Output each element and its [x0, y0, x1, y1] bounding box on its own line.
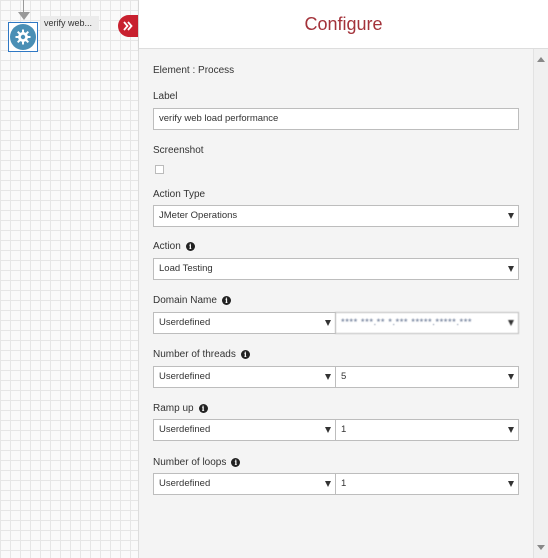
chevron-down-icon: [508, 481, 514, 487]
screenshot-checkbox[interactable]: [155, 165, 164, 174]
threads-value-select[interactable]: 5: [335, 366, 519, 388]
loops-caption-text: Number of loops: [153, 457, 227, 468]
info-icon[interactable]: i: [240, 350, 250, 359]
chevron-down-icon: [325, 481, 331, 487]
screenshot-caption: Screenshot: [153, 145, 204, 156]
panel-header: Configure: [139, 0, 548, 49]
ramp-up-value-select[interactable]: 1: [335, 419, 519, 441]
chevron-down-icon: [508, 374, 514, 380]
loops-mode-value: Userdefined: [159, 478, 211, 489]
info-icon[interactable]: i: [198, 404, 208, 413]
double-chevron-right-icon: [123, 21, 133, 31]
ramp-up-caption-text: Ramp up: [153, 403, 194, 414]
domain-name-value: **** ***.** *.*** *****.*****.***: [341, 317, 473, 328]
panel-title: Configure: [304, 13, 383, 34]
info-icon[interactable]: i: [185, 242, 195, 251]
action-caption-text: Action: [153, 241, 181, 252]
label-caption: Label: [153, 91, 177, 102]
ramp-up-mode-value: Userdefined: [159, 424, 211, 435]
collapse-panel-button[interactable]: [118, 15, 138, 37]
action-type-caption-text: Action Type: [153, 189, 206, 200]
node-label[interactable]: verify web...: [41, 16, 99, 30]
domain-name-caption: Domain Name i: [153, 295, 231, 306]
domain-name-mode-select[interactable]: Userdefined: [153, 312, 336, 334]
threads-mode-select[interactable]: Userdefined: [153, 366, 336, 388]
loops-value-select[interactable]: 1: [335, 473, 519, 495]
chevron-down-icon: [325, 320, 331, 326]
chevron-down-icon: [508, 266, 514, 272]
domain-name-caption-text: Domain Name: [153, 295, 217, 306]
loops-value: 1: [341, 478, 347, 489]
action-type-select[interactable]: JMeter Operations: [153, 205, 519, 227]
chevron-down-icon: [508, 213, 514, 219]
scroll-down-icon[interactable]: [537, 545, 545, 550]
chevron-down-icon: [508, 320, 514, 326]
workflow-canvas[interactable]: verify web...: [0, 0, 138, 558]
label-input[interactable]: verify web load performance: [153, 108, 519, 130]
scroll-up-icon[interactable]: [537, 57, 545, 62]
loops-mode-select[interactable]: Userdefined: [153, 473, 336, 495]
action-select[interactable]: Load Testing: [153, 258, 519, 280]
threads-caption: Number of threads i: [153, 349, 250, 360]
loops-caption: Number of loops i: [153, 457, 241, 468]
action-value: Load Testing: [159, 263, 213, 274]
info-icon[interactable]: i: [221, 296, 231, 305]
threads-value: 5: [341, 371, 347, 382]
domain-name-value-select[interactable]: **** ***.** *.*** *****.*****.***: [335, 312, 519, 334]
action-type-value: JMeter Operations: [159, 210, 238, 221]
chevron-down-icon: [508, 427, 514, 433]
info-icon[interactable]: i: [231, 458, 241, 467]
ramp-up-value: 1: [341, 424, 347, 435]
panel-scrollbar[interactable]: [533, 49, 548, 558]
configure-panel: Configure Element : Process Label verify…: [138, 0, 548, 558]
ramp-up-caption: Ramp up i: [153, 403, 208, 414]
chevron-down-icon: [325, 374, 331, 380]
action-type-caption: Action Type: [153, 189, 205, 200]
chevron-down-icon: [325, 427, 331, 433]
screenshot-caption-text: Screenshot: [153, 145, 204, 156]
process-node[interactable]: [8, 22, 38, 52]
threads-mode-value: Userdefined: [159, 371, 211, 382]
threads-caption-text: Number of threads: [153, 349, 236, 360]
action-caption: Action i: [153, 241, 195, 252]
domain-name-mode-value: Userdefined: [159, 317, 211, 328]
gear-icon: [10, 24, 36, 50]
connector-arrow: [18, 12, 30, 20]
panel-body: Element : Process Label verify web load …: [139, 49, 534, 558]
label-caption-text: Label: [153, 91, 178, 102]
ramp-up-mode-select[interactable]: Userdefined: [153, 419, 336, 441]
element-type-text: Element : Process: [153, 65, 235, 76]
